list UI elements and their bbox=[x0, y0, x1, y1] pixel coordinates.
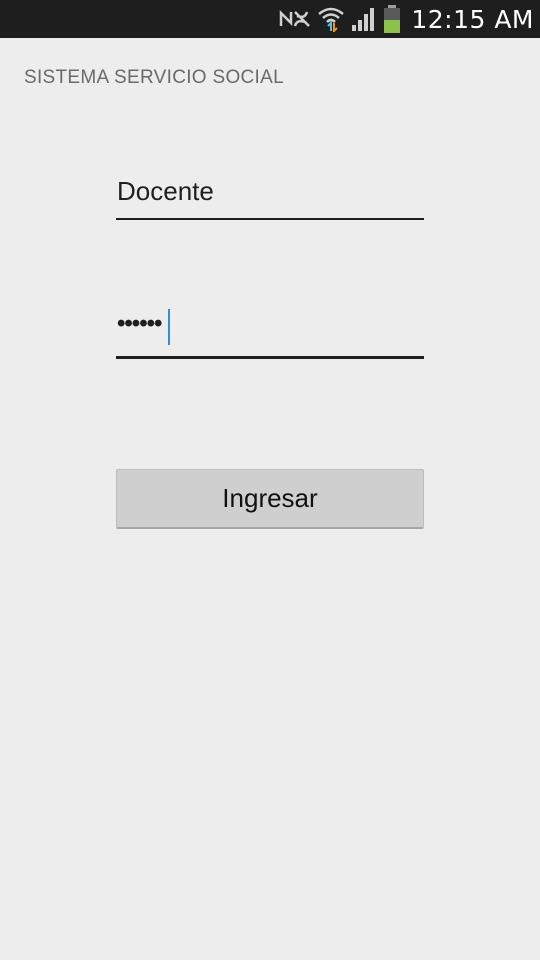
status-bar: 12:15 AM bbox=[0, 0, 540, 38]
status-clock: 12:15 AM bbox=[411, 4, 534, 34]
username-field[interactable]: Docente bbox=[116, 168, 424, 220]
app-title: SISTEMA SERVICIO SOCIAL bbox=[24, 67, 284, 88]
password-field[interactable]: •••••• bbox=[116, 304, 424, 359]
password-value: •••••• bbox=[117, 310, 162, 337]
signal-icon bbox=[352, 8, 375, 31]
text-caret bbox=[168, 309, 170, 345]
username-value: Docente bbox=[117, 176, 214, 206]
login-button[interactable]: Ingresar bbox=[116, 469, 424, 529]
wifi-icon bbox=[318, 7, 345, 32]
battery-icon bbox=[384, 5, 401, 33]
status-icons: 12:15 AM bbox=[279, 0, 534, 38]
nfc-icon bbox=[280, 9, 311, 27]
